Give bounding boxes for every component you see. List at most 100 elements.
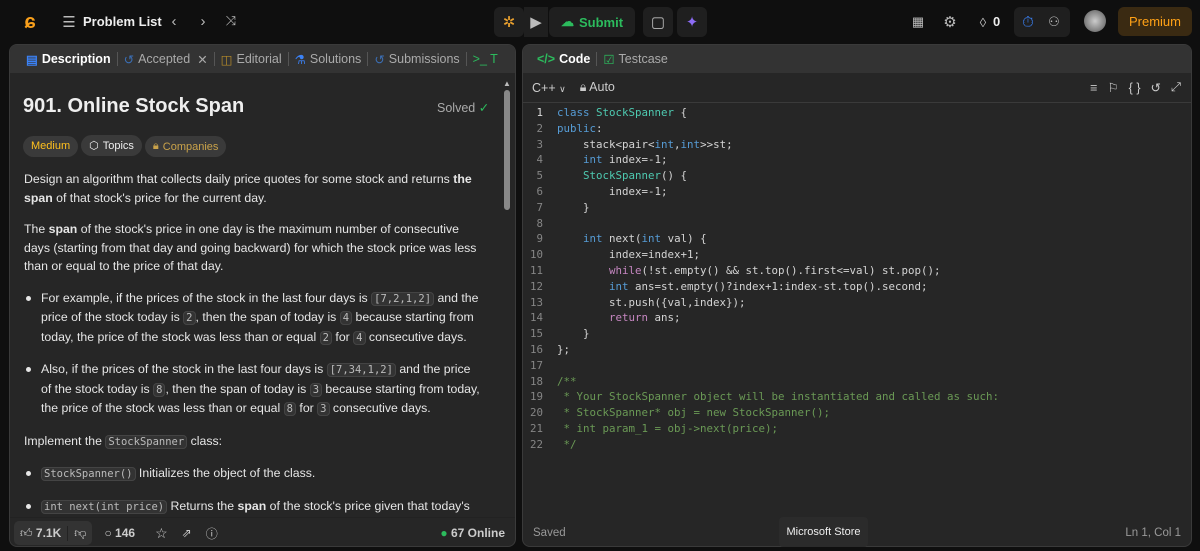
code-line[interactable]: 3 stack<pair<int,int>>st; (523, 137, 1191, 153)
code-editor[interactable]: 1 class StockSpanner {2 public: 3 stack<pai… (523, 105, 1191, 453)
dislike-button[interactable]: 👎︎ (67, 525, 92, 541)
code-line[interactable]: 17 (523, 358, 1191, 374)
companies-button[interactable]: 🔒︎ Companies (144, 136, 227, 157)
close-icon[interactable]: ✕ (197, 52, 207, 67)
code-line[interactable]: 4 int index=-1; (523, 152, 1191, 168)
braces-icon[interactable]: { } (1129, 81, 1141, 95)
ai-sparkle-icon[interactable]: ✦ (677, 7, 707, 37)
star-icon[interactable]: ☆ (155, 525, 168, 542)
tab-label: Solutions (309, 52, 362, 66)
list-icon[interactable]: ☰ (60, 12, 78, 32)
add-friend-icon[interactable]: ⚇ (1044, 12, 1064, 32)
comments-button[interactable]: ○ 146 (104, 526, 135, 540)
code-panel: </> Code ☑ Testcase C++ ∨ 🔒︎ Auto ≡ ⚐ { } … (522, 44, 1192, 547)
bookmark-icon[interactable]: ⚐ (1107, 80, 1118, 95)
code-line[interactable]: 1 class StockSpanner { (523, 105, 1191, 121)
bold-text: span (48, 222, 78, 236)
help-icon[interactable]: ⓘ (206, 525, 218, 542)
line-number: 11 (529, 263, 543, 277)
text-segment: For example, if the prices of the stock … (41, 290, 372, 305)
debug-icon[interactable]: ✲ (494, 7, 524, 37)
notes-icon[interactable]: ▢ (643, 7, 673, 37)
code-line[interactable]: 10 index=index+1; (523, 247, 1191, 263)
prev-problem-icon[interactable]: ‹ (166, 11, 182, 31)
tab-label: Accepted (138, 52, 191, 66)
timer-icon[interactable]: ⏱ (1018, 12, 1038, 32)
premium-button[interactable]: Premium (1118, 7, 1192, 36)
tab-label: Editorial (236, 52, 282, 66)
tab-editorial[interactable]: ◫ Editorial (215, 52, 288, 67)
cloud-upload-icon: ☁ (560, 14, 574, 29)
inline-code: 2 (319, 330, 332, 345)
code-icon: </> (537, 52, 556, 66)
scrollbar-thumb[interactable] (504, 90, 510, 210)
layout-icon[interactable]: ▦ (908, 12, 928, 32)
thumbs-down-icon: 👎︎ (74, 525, 87, 540)
code-line[interactable]: 11 while(!st.empty() && st.top().first<=… (523, 263, 1191, 279)
run-button[interactable]: ▶ (524, 7, 548, 37)
code-text: int next(int val) { (583, 232, 707, 246)
auto-mode[interactable]: 🔒︎ Auto (580, 80, 615, 95)
share-icon[interactable]: ⇗ (182, 526, 192, 540)
format-icon[interactable]: ≡ (1090, 81, 1097, 95)
code-line[interactable]: 6 index=-1; (523, 184, 1191, 200)
line-number: 2 (536, 121, 543, 135)
shuffle-icon[interactable]: ⤨ (222, 11, 240, 31)
code-line[interactable]: 5 StockSpanner() { (523, 168, 1191, 184)
description-footer: 👍︎ 7.1K 👎︎ ○ 146 ☆ ⇗ ⓘ ● 67 Online (10, 517, 515, 546)
description-paragraph: Design an algorithm that collects daily … (24, 170, 484, 207)
code-line[interactable]: 9 int next(int val) { (523, 231, 1191, 247)
user-avatar[interactable] (1084, 10, 1106, 32)
streak-fire-icon[interactable]: ◊ (975, 12, 991, 32)
code-line[interactable]: 19 * Your StockSpanner object will be in… (523, 389, 1191, 405)
document-icon: ▤ (26, 52, 38, 67)
code-line[interactable]: 7 } (523, 200, 1191, 216)
inline-code: int next(int price) (41, 499, 168, 514)
code-line[interactable]: 8 (523, 216, 1191, 232)
tab-accepted[interactable]: ↺ Accepted ✕ (118, 52, 214, 67)
code-line[interactable]: 2 public: (523, 121, 1191, 137)
problem-list-link[interactable]: Problem List (83, 14, 162, 29)
code-line[interactable]: 18 /** (523, 374, 1191, 390)
language-select[interactable]: C++ ∨ (532, 81, 566, 95)
tab-description[interactable]: ▤ Description (20, 52, 117, 67)
leetcode-logo-icon[interactable]: ɕ (18, 10, 42, 34)
line-number: 10 (529, 248, 543, 262)
code-line[interactable]: 12 int ans=st.empty()?index+1:index-st.t… (523, 279, 1191, 295)
submit-button[interactable]: ☁ Submit (549, 7, 635, 37)
code-line[interactable]: 20 * StockSpanner* obj = new StockSpanne… (523, 405, 1191, 421)
code-text: int index=-1; (583, 153, 668, 167)
code-line[interactable]: 13 st.push({val,index}); (523, 295, 1191, 311)
next-problem-icon[interactable]: › (195, 11, 211, 31)
method-item: int next(int price) Returns the span of … (24, 497, 484, 518)
expand-icon[interactable]: ⤢ (1171, 80, 1181, 95)
code-line[interactable]: 21 * int param_1 = obj->next(price); (523, 421, 1191, 437)
example-item: For example, if the prices of the stock … (24, 289, 484, 348)
implement-paragraph: Implement the StockSpanner class: (24, 432, 484, 452)
editor-toolbar: C++ ∨ 🔒︎ Auto ≡ ⚐ { } ↺ ⤢ (523, 73, 1191, 103)
example-item: Also, if the prices of the stock in the … (24, 360, 484, 419)
tab-submissions[interactable]: ↺ Submissions (368, 52, 465, 67)
code-line[interactable]: 16}; (523, 342, 1191, 358)
inline-code: 3 (309, 382, 323, 397)
problem-title: 901. Online Stock Span (23, 95, 245, 117)
tab-code[interactable]: </> Code (531, 52, 596, 66)
line-number: 20 (529, 406, 543, 420)
text-segment: The (24, 222, 49, 236)
reset-icon[interactable]: ↺ (1151, 80, 1161, 95)
topics-button[interactable]: ⬡ Topics (81, 135, 142, 156)
code-text: return ans; (609, 311, 681, 325)
code-text: } (557, 327, 590, 341)
tab-solutions[interactable]: ⚗ Solutions (289, 52, 368, 67)
tab-testcase[interactable]: ☑ Testcase (597, 52, 674, 67)
code-line[interactable]: 14 return ans; (523, 310, 1191, 326)
code-line[interactable]: 15 } (523, 326, 1191, 342)
like-button[interactable]: 👍︎ 7.1K (14, 526, 67, 541)
tab-testresult[interactable]: >_ T (467, 52, 504, 66)
code-line[interactable]: 22 */ (523, 437, 1191, 453)
settings-gear-icon[interactable]: ⚙ (940, 12, 960, 32)
code-text: stack<pair<int,int>>st; (557, 137, 733, 151)
topics-label: Topics (102, 139, 134, 152)
flask-icon: ⚗ (294, 52, 306, 67)
scrollbar[interactable]: ▲ (503, 79, 511, 517)
